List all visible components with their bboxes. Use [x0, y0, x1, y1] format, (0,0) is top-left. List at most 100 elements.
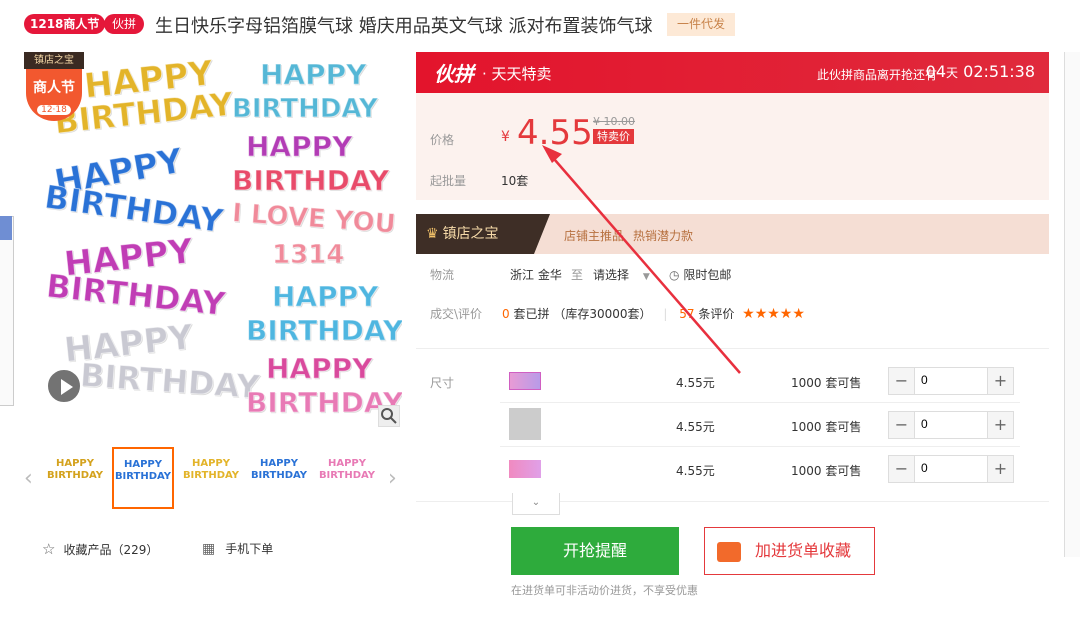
quantity-stepper[interactable]: − + — [888, 411, 1014, 439]
huopin-logo: 伙拼 — [434, 62, 474, 86]
divider-line — [500, 446, 1020, 447]
plus-icon[interactable]: + — [987, 412, 1013, 438]
quantity-stepper[interactable]: − + — [888, 367, 1014, 395]
countdown-days: 04 — [925, 62, 947, 81]
sku-thumbnail[interactable] — [509, 460, 541, 478]
moq-label: 起批量 — [430, 174, 467, 188]
free-shipping: ◷ 限时包邮 — [669, 266, 731, 283]
thumbnail[interactable]: HAPPY BIRTHDAY — [316, 447, 378, 509]
balloon-text: HAPPY — [259, 58, 367, 92]
minus-icon[interactable]: − — [889, 368, 915, 394]
balloon-text: BIRTHDAY — [231, 164, 390, 198]
sale-price-tag: 特卖价 — [593, 129, 634, 144]
quantity-stepper[interactable]: − + — [888, 455, 1014, 483]
logistics-label: 物流 — [430, 268, 455, 282]
product-title: 生日快乐字母铝箔膜气球 婚庆用品英文气球 派对布置装饰气球 — [155, 16, 653, 37]
countdown-label: 此伙拼商品离开抢还有 — [816, 68, 937, 82]
thumbnail[interactable]: HAPPY BIRTHDAY — [180, 447, 242, 509]
thumb-prev-icon[interactable]: ‹ — [24, 466, 33, 491]
daily-sale-label: · 天天特卖 — [482, 65, 552, 83]
store-treasure-badge: 镇店之宝 商人节 12·18 — [24, 52, 84, 121]
left-edge-button[interactable] — [0, 216, 12, 240]
ship-to-sep: 至 — [571, 268, 584, 282]
minus-icon[interactable]: − — [889, 412, 915, 438]
play-video-icon[interactable] — [46, 368, 82, 404]
purchase-list-note: 在进货单可非活动价进货，不享受优惠 — [511, 584, 698, 597]
ship-to-value: 请选择 — [593, 268, 630, 282]
thumbnail-active[interactable]: HAPPY BIRTHDAY — [112, 447, 174, 509]
store-recommend-label: 店铺主推品 — [564, 229, 625, 243]
sku-price: 4.55元 — [676, 376, 715, 390]
deals-info: 0 套已拼 （库存30000套） | 57 条评价 ★★★★★ — [502, 305, 805, 322]
promo-tag-1218: 1218商人节 — [24, 14, 106, 34]
sku-row: 4.55元 1000 套可售 − + — [430, 404, 1015, 448]
price-currency: ¥ — [501, 129, 510, 145]
add-to-purchase-list-label: 加进货单收藏 — [755, 541, 852, 560]
sku-price: 4.55元 — [676, 464, 715, 478]
moq-value: 10套 — [501, 174, 529, 188]
price-label: 价格 — [430, 133, 455, 147]
review-text[interactable]: 条评价 — [698, 307, 734, 321]
mobile-order-label: 手机下单 — [225, 542, 274, 556]
huopin-tag: 伙拼 — [104, 14, 145, 34]
badge-main-label: 商人节 — [33, 80, 75, 96]
sku-stock: 1000 套可售 — [791, 464, 862, 478]
zoom-icon[interactable] — [378, 405, 400, 427]
right-edge-panel — [1064, 52, 1080, 557]
badge-top-label: 镇店之宝 — [24, 52, 84, 69]
sku-row: 4.55元 1000 套可售 − + — [430, 360, 1015, 404]
balloon-text: BIRTHDAY — [245, 314, 402, 348]
balloon-text: 1314 — [271, 240, 345, 271]
quantity-input[interactable] — [921, 461, 981, 475]
store-tag-label: 镇店之宝 — [442, 226, 499, 242]
rating-stars-icon: ★★★★★ — [742, 306, 805, 322]
thumb-next-icon[interactable]: › — [388, 466, 397, 491]
merchant-festival-badge: 商人节 12·18 — [26, 69, 82, 121]
quantity-input[interactable] — [921, 373, 981, 387]
countdown-time: 02:51:38 — [963, 62, 1035, 81]
expand-more-button[interactable]: ⌄ — [512, 493, 560, 515]
qr-code-icon: ▦ — [202, 541, 216, 557]
left-edge-panel — [0, 216, 14, 406]
balloon-text: BIRTHDAY — [44, 266, 228, 324]
purchase-list-icon — [717, 542, 741, 562]
remind-button[interactable]: 开抢提醒 — [511, 527, 679, 575]
divider: | — [663, 307, 668, 321]
ship-from: 浙江 金华 — [510, 268, 562, 282]
deals-label: 成交\评价 — [430, 307, 483, 321]
balloon-text: HAPPY — [245, 130, 353, 164]
balloon-text: HAPPY — [265, 352, 373, 386]
mobile-order-action[interactable]: ▦ 手机下单 — [202, 540, 273, 557]
dropship-badge[interactable]: 一件代发 — [667, 13, 736, 36]
plus-icon[interactable]: + — [987, 456, 1013, 482]
thumbnail[interactable]: HAPPY BIRTHDAY — [44, 447, 106, 509]
balloon-text: HAPPY — [271, 280, 379, 314]
sku-stock: 1000 套可售 — [791, 420, 862, 434]
sku-thumbnail[interactable] — [509, 408, 541, 440]
favorite-action[interactable]: ☆ 收藏产品（229） — [42, 540, 158, 558]
crown-icon: ♛ — [426, 226, 439, 242]
sku-price: 4.55元 — [676, 420, 715, 434]
add-to-purchase-list-button[interactable]: 加进货单收藏 — [704, 527, 875, 575]
countdown-days-unit: 天 — [946, 66, 959, 80]
ship-to-select[interactable]: 请选择 ▼ — [593, 266, 650, 283]
promo-bar: 伙拼 · 天天特卖 此伙拼商品离开抢还有 04天 02:51:38 — [416, 52, 1049, 93]
quantity-input[interactable] — [921, 417, 981, 431]
star-outline-icon: ☆ — [42, 540, 56, 558]
sold-text: 套已拼 — [513, 307, 550, 321]
chevron-down-icon: ⌄ — [531, 497, 541, 508]
divider-line — [416, 348, 1049, 349]
clock-icon: ◷ — [669, 268, 680, 282]
price-box: 价格 ¥ 4.55 ¥ 10.00 特卖价 起批量 10套 — [416, 93, 1049, 200]
review-count[interactable]: 57 — [679, 307, 694, 321]
plus-icon[interactable]: + — [987, 368, 1013, 394]
store-treasure-tag: ♛ 镇店之宝 — [416, 214, 550, 254]
thumbnail[interactable]: HAPPY BIRTHDAY — [248, 447, 310, 509]
minus-icon[interactable]: − — [889, 456, 915, 482]
original-price: ¥ 10.00 — [593, 115, 635, 128]
badge-date: 12·18 — [37, 105, 71, 115]
divider-line — [416, 501, 1049, 502]
sku-thumbnail[interactable] — [509, 372, 541, 390]
sku-stock: 1000 套可售 — [791, 376, 862, 390]
sold-count: 0 — [502, 307, 510, 321]
